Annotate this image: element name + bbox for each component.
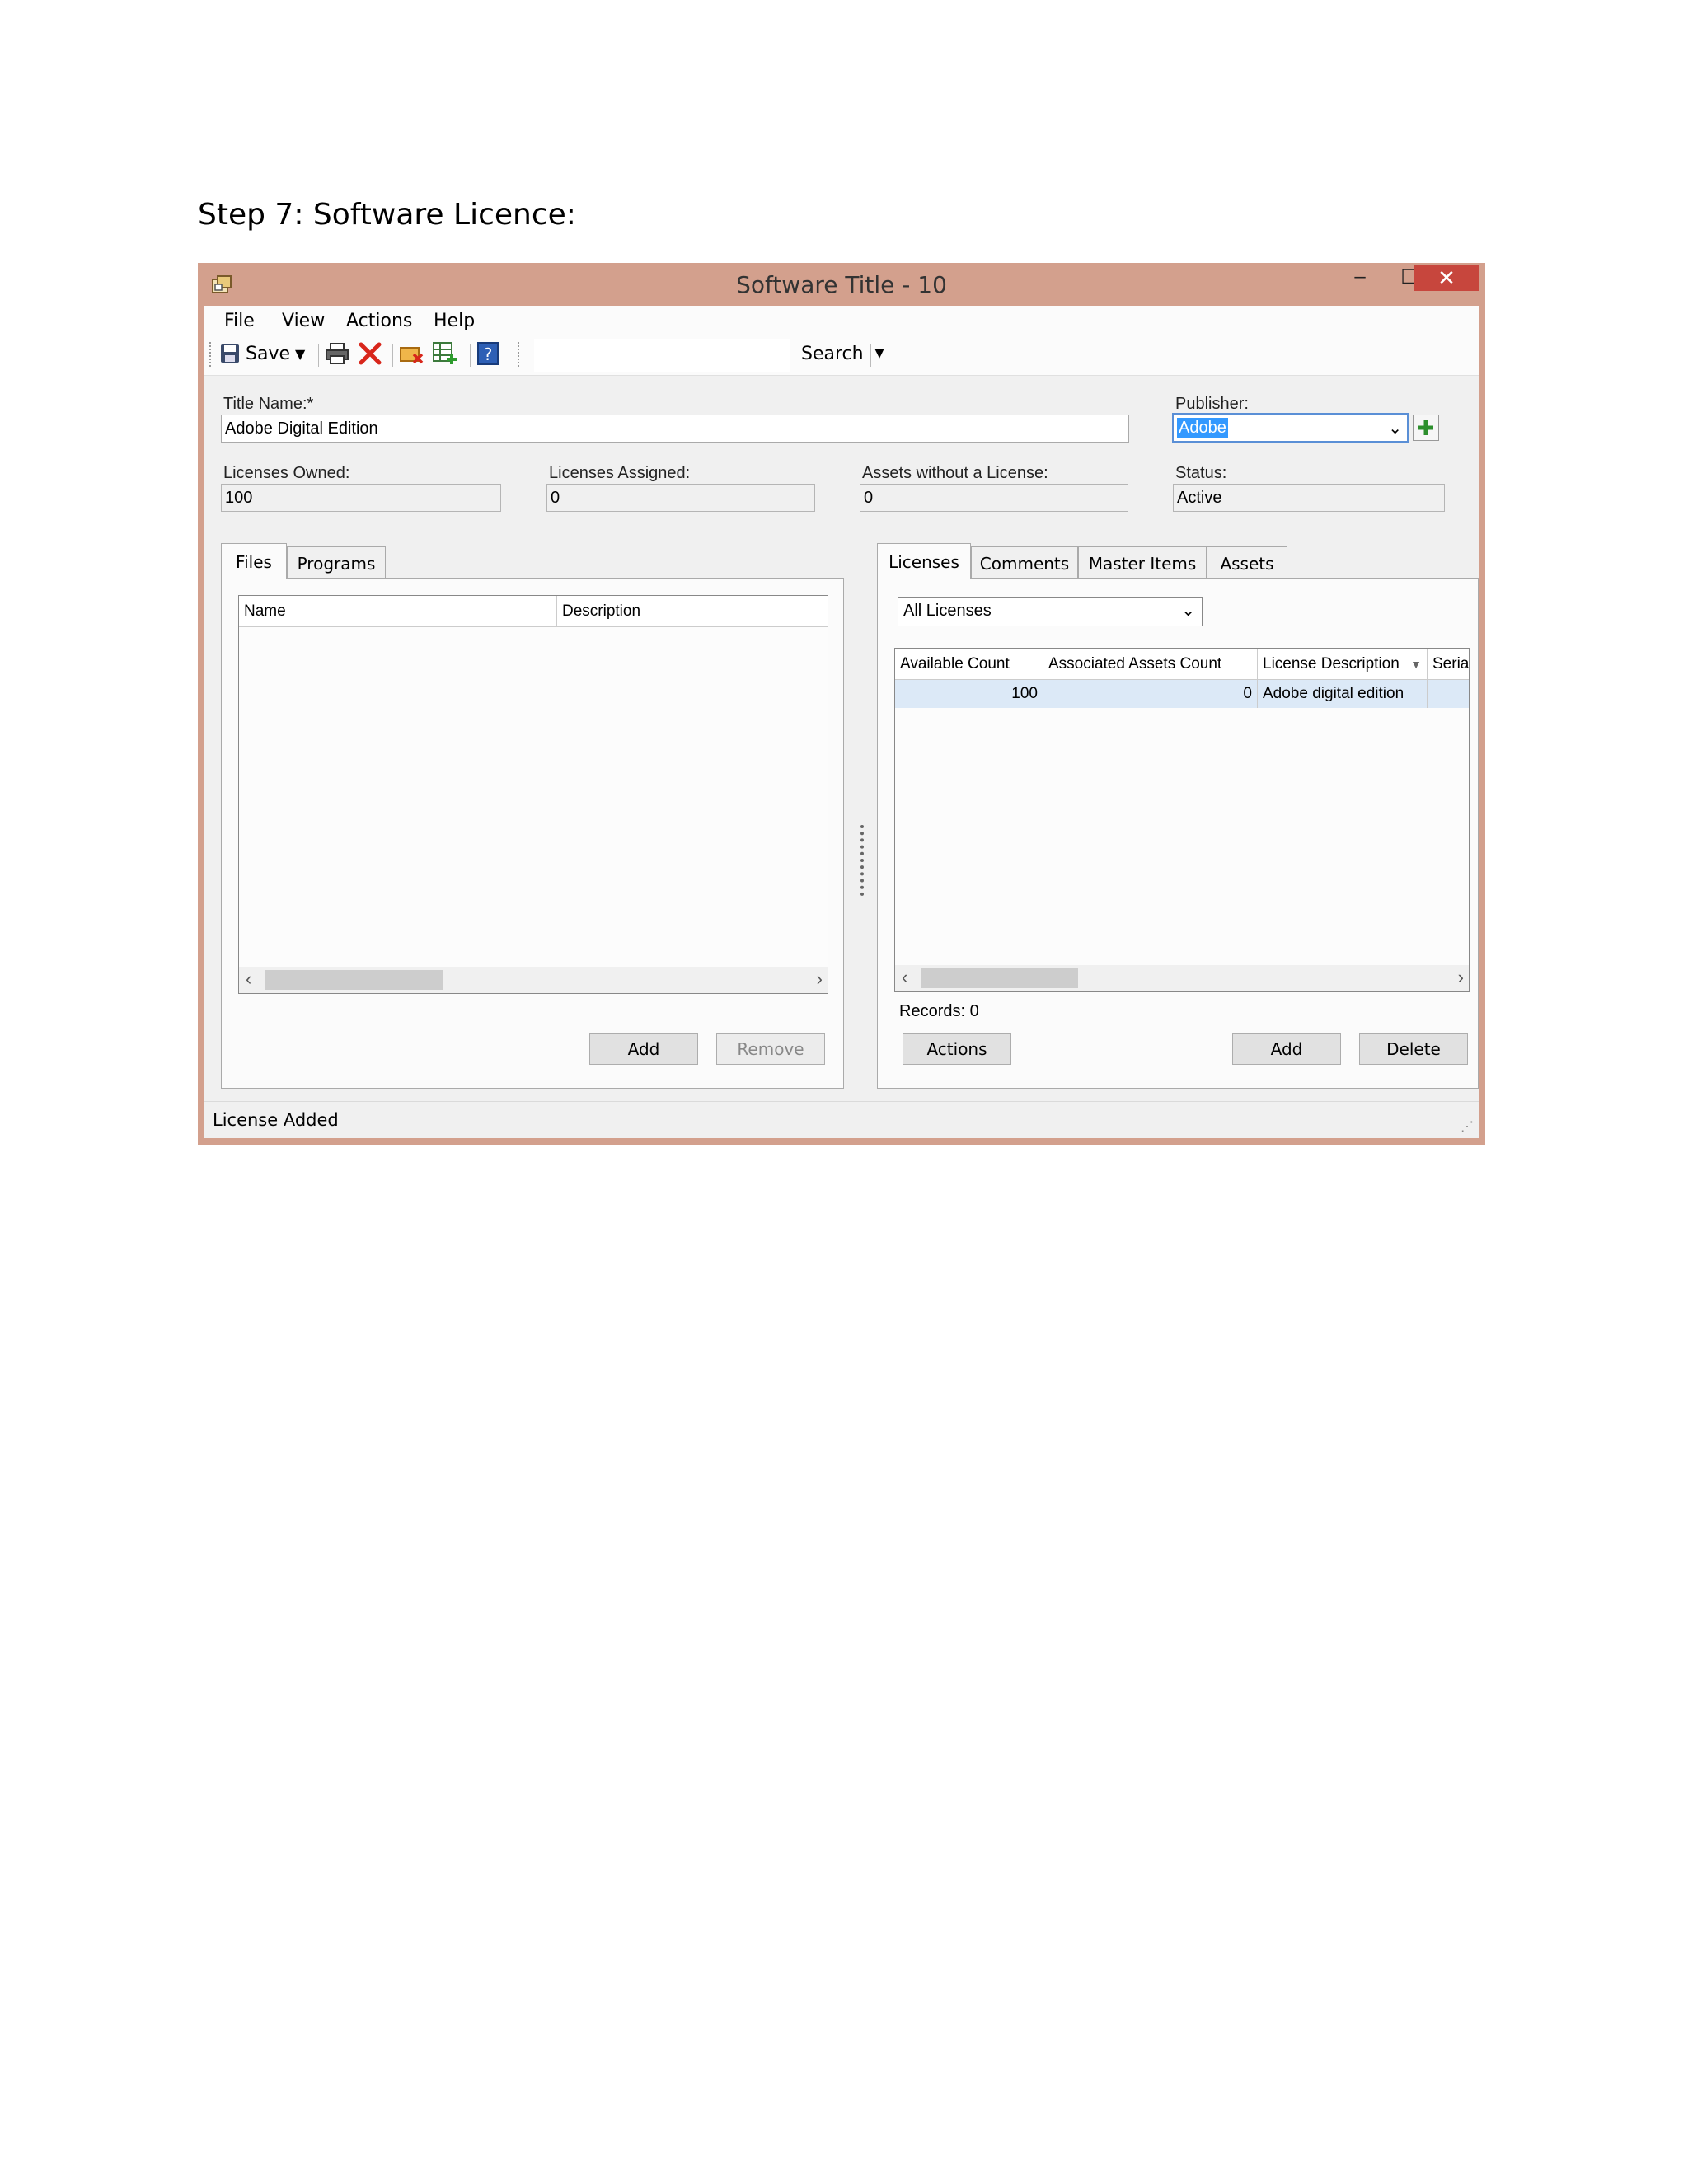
tab-assets[interactable]: Assets xyxy=(1207,546,1287,579)
scrollbar-thumb[interactable] xyxy=(265,970,443,990)
files-horizontal-scrollbar[interactable]: ‹ › xyxy=(239,967,828,993)
scroll-right-icon[interactable]: › xyxy=(1458,967,1464,988)
delete-button[interactable] xyxy=(358,340,382,367)
license-actions-button[interactable]: Actions xyxy=(903,1033,1011,1065)
title-name-label: Title Name:* xyxy=(223,395,314,413)
toolbar-separator xyxy=(318,344,319,367)
files-grid[interactable]: Name Description ‹ › xyxy=(238,595,828,994)
remove-file-button[interactable]: Remove xyxy=(716,1033,825,1065)
search-input[interactable] xyxy=(534,339,790,372)
window-client: File View Actions Help Save ▼ ? Search ▼… xyxy=(204,306,1479,1138)
print-icon xyxy=(326,343,349,364)
help-icon: ? xyxy=(477,342,499,365)
license-filter-dropdown[interactable]: All Licenses ⌄ xyxy=(898,597,1203,626)
save-dropdown-arrow-icon[interactable]: ▼ xyxy=(295,340,305,367)
print-button[interactable] xyxy=(325,340,349,367)
toolbar: Save ▼ ? Search ▼ xyxy=(204,334,1479,376)
column-header-serial[interactable]: Seria xyxy=(1428,649,1469,680)
cell-available-count[interactable]: 100 xyxy=(895,680,1043,708)
search-label: Search xyxy=(801,343,864,364)
column-header-name[interactable]: Name xyxy=(239,596,557,627)
cell-license-description[interactable]: Adobe digital edition xyxy=(1258,680,1428,708)
status-bar: License Added ⋰ xyxy=(204,1101,1479,1138)
licenses-panel: All Licenses ⌄ Available Count Associate… xyxy=(877,578,1479,1089)
grid-add-icon xyxy=(433,342,457,364)
tab-licenses[interactable]: Licenses xyxy=(877,543,971,579)
add-license-button[interactable] xyxy=(432,340,458,367)
panel-splitter[interactable] xyxy=(860,825,875,896)
status-label: Status: xyxy=(1175,464,1227,482)
licenses-grid[interactable]: Available Count Associated Assets Count … xyxy=(894,648,1470,992)
license-description-header-label: License Description xyxy=(1263,655,1400,673)
help-button[interactable]: ? xyxy=(476,340,499,367)
scroll-left-icon[interactable]: ‹ xyxy=(246,968,251,990)
folder-delete-icon xyxy=(400,347,424,364)
scrollbar-thumb[interactable] xyxy=(921,968,1078,988)
window-title: Software Title - 10 xyxy=(736,271,947,298)
menu-actions[interactable]: Actions xyxy=(346,311,412,331)
status-field: Active xyxy=(1173,484,1445,512)
toolbar-grip[interactable] xyxy=(518,342,521,367)
files-panel: Name Description ‹ › Add Remove xyxy=(221,578,844,1089)
column-header-associated-assets-count[interactable]: Associated Assets Count xyxy=(1043,649,1258,680)
software-title-window: Software Title - 10 – ☐ ✕ File View Acti… xyxy=(198,263,1485,1145)
cell-associated-assets-count[interactable]: 0 xyxy=(1043,680,1258,708)
assets-without-license-field: 0 xyxy=(860,484,1128,512)
licenses-owned-field: 100 xyxy=(221,484,501,512)
title-bar[interactable]: Software Title - 10 – ☐ ✕ xyxy=(198,263,1485,306)
save-label: Save xyxy=(246,343,291,364)
scroll-left-icon[interactable]: ‹ xyxy=(902,967,907,988)
minimize-button[interactable]: – xyxy=(1335,263,1385,291)
resize-grip-icon[interactable]: ⋰ xyxy=(1461,1118,1474,1135)
assets-without-license-label: Assets without a License: xyxy=(862,464,1048,482)
save-button[interactable]: Save xyxy=(219,340,290,367)
column-header-license-description[interactable]: License Description ▼ xyxy=(1258,649,1428,680)
close-button[interactable]: ✕ xyxy=(1414,265,1479,291)
menu-view[interactable]: View xyxy=(282,311,325,331)
document-heading: Step 7: Software Licence: xyxy=(198,198,576,232)
plus-icon xyxy=(1418,420,1433,435)
toolbar-grip[interactable] xyxy=(209,342,213,367)
save-icon xyxy=(221,344,239,363)
delete-x-icon xyxy=(359,342,382,365)
publisher-selected-value: Adobe xyxy=(1177,418,1228,438)
license-filter-value: All Licenses xyxy=(903,602,992,620)
tab-programs[interactable]: Programs xyxy=(287,546,386,579)
delete-license-button[interactable]: Delete xyxy=(1359,1033,1468,1065)
add-license-grid-button[interactable]: Add xyxy=(1232,1033,1341,1065)
remove-license-button[interactable] xyxy=(399,340,425,367)
cell-serial[interactable] xyxy=(1428,680,1469,708)
svg-text:?: ? xyxy=(484,344,493,364)
sort-arrow-icon: ▼ xyxy=(1410,658,1422,671)
licenses-owned-label: Licenses Owned: xyxy=(223,464,350,482)
records-count: Records: 0 xyxy=(899,1002,979,1020)
column-header-available-count[interactable]: Available Count xyxy=(895,649,1043,680)
tab-comments[interactable]: Comments xyxy=(971,546,1078,579)
licenses-horizontal-scrollbar[interactable]: ‹ › xyxy=(895,965,1469,991)
search-button[interactable]: Search ▼ xyxy=(801,340,884,367)
chevron-down-icon: ⌄ xyxy=(1181,602,1195,620)
licenses-assigned-label: Licenses Assigned: xyxy=(549,464,691,482)
toolbar-separator xyxy=(470,344,471,367)
search-dropdown-arrow-icon: ▼ xyxy=(874,347,884,360)
chevron-down-icon: ⌄ xyxy=(1388,419,1402,438)
scroll-right-icon[interactable]: › xyxy=(817,968,823,990)
column-header-description[interactable]: Description xyxy=(557,596,828,627)
toolbar-separator xyxy=(392,344,393,367)
menu-file[interactable]: File xyxy=(224,311,255,331)
publisher-label: Publisher: xyxy=(1175,395,1249,413)
tab-master-items[interactable]: Master Items xyxy=(1078,546,1207,579)
menu-help[interactable]: Help xyxy=(434,311,475,331)
toolbar-separator xyxy=(870,344,871,367)
publisher-dropdown[interactable]: Adobe ⌄ xyxy=(1172,413,1409,443)
menu-bar: File View Actions Help xyxy=(204,306,1479,334)
tab-files[interactable]: Files xyxy=(221,543,287,579)
title-name-field[interactable]: Adobe Digital Edition xyxy=(221,415,1129,443)
licenses-assigned-field: 0 xyxy=(546,484,815,512)
add-file-button[interactable]: Add xyxy=(589,1033,698,1065)
add-publisher-button[interactable] xyxy=(1413,415,1439,441)
status-text: License Added xyxy=(213,1110,339,1130)
